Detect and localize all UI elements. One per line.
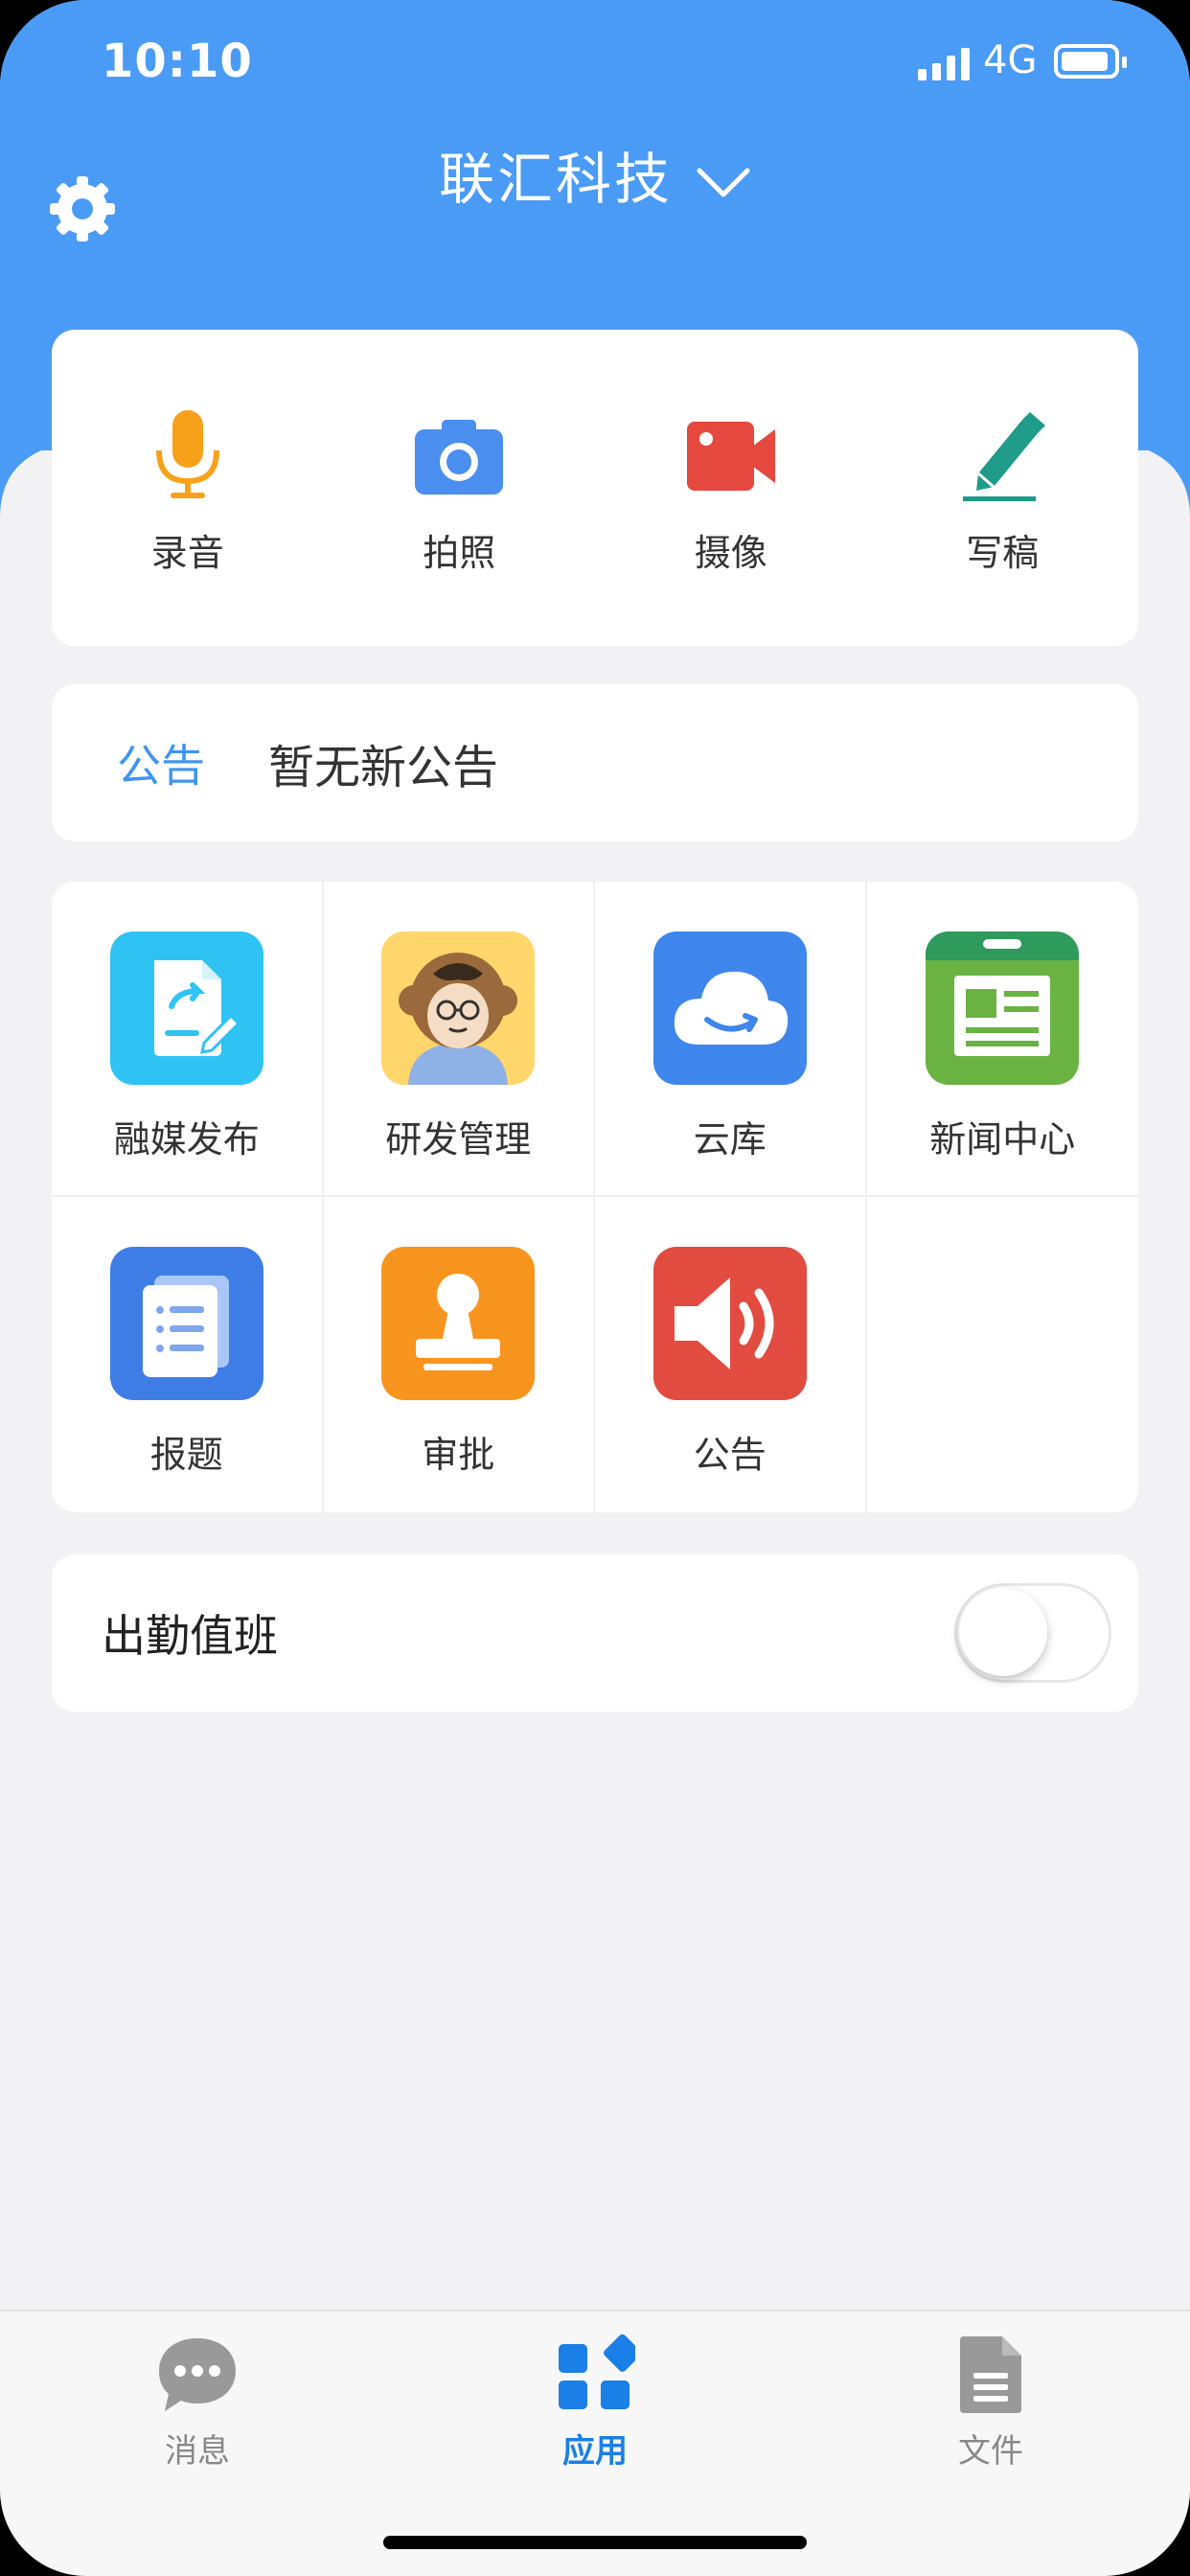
network-type: 4G <box>983 38 1038 82</box>
document-icon <box>960 2336 1021 2413</box>
app-announcement[interactable]: 公告 <box>595 1197 867 1512</box>
quick-actions-card: 录音 拍照 摄像 写稿 <box>52 330 1138 646</box>
notice-text: 暂无新公告 <box>268 741 499 794</box>
quick-action-label: 录音 <box>150 532 224 574</box>
duty-row: 出勤值班 <box>52 1554 1138 1712</box>
duty-label: 出勤值班 <box>102 1610 278 1662</box>
organization-name: 联汇科技 <box>438 147 673 212</box>
signal-icon <box>918 42 970 80</box>
write-draft-button[interactable]: 写稿 <box>867 330 1139 646</box>
notice-bar[interactable]: 公告 暂无新公告 <box>52 684 1138 841</box>
chevron-down-icon <box>697 168 750 197</box>
chat-bubble-icon <box>159 2338 236 2411</box>
app-report-topic[interactable]: 报题 <box>52 1197 324 1512</box>
apps-grid: 融媒发布 研发管理 云库 新闻中心 报题 审批 公告 <box>52 882 1138 1512</box>
app-label: 研发管理 <box>385 1118 532 1161</box>
tab-label: 应用 <box>562 2432 628 2471</box>
newspaper-icon <box>926 932 1080 1085</box>
app-media-publish[interactable]: 融媒发布 <box>52 882 324 1197</box>
app-rd-management[interactable]: 研发管理 <box>323 882 595 1197</box>
cloud-icon <box>652 932 807 1085</box>
record-video-button[interactable]: 摄像 <box>595 330 867 646</box>
organization-switcher[interactable]: 联汇科技 <box>0 134 1190 215</box>
video-camera-icon <box>683 408 779 504</box>
tab-apps[interactable]: 应用 <box>499 2334 691 2472</box>
app-empty-slot <box>867 1197 1139 1512</box>
app-label: 报题 <box>149 1434 223 1476</box>
apps-grid-icon <box>559 2334 635 2409</box>
quick-action-label: 拍照 <box>423 532 496 574</box>
tab-label: 文件 <box>958 2432 1023 2471</box>
battery-icon <box>1054 44 1127 79</box>
app-news-center[interactable]: 新闻中心 <box>866 882 1138 1197</box>
duty-toggle[interactable] <box>954 1583 1111 1683</box>
camera-icon <box>411 408 507 504</box>
app-label: 新闻中心 <box>929 1118 1076 1161</box>
speaker-icon <box>652 1247 807 1400</box>
tab-messages[interactable]: 消息 <box>102 2334 293 2472</box>
tab-files[interactable]: 文件 <box>895 2334 1087 2472</box>
home-indicator <box>383 2536 807 2549</box>
app-label: 审批 <box>422 1434 495 1476</box>
status-time: 10:10 <box>102 34 253 88</box>
app-screen: 10:10 4G 联汇科技 录音 拍照 摄像 写稿 公告 暂无新公告 融媒发布 … <box>0 0 1190 2576</box>
tab-label: 消息 <box>165 2432 230 2471</box>
app-approval[interactable]: 审批 <box>324 1197 595 1512</box>
publish-document-icon <box>109 932 263 1085</box>
monkey-avatar-icon <box>381 932 536 1085</box>
quick-action-label: 写稿 <box>966 532 1040 574</box>
quick-action-label: 摄像 <box>694 532 767 574</box>
app-cloud-library[interactable]: 云库 <box>595 882 867 1197</box>
app-label: 公告 <box>693 1434 767 1476</box>
pencil-icon <box>954 408 1050 504</box>
app-label: 融媒发布 <box>113 1118 260 1161</box>
report-list-icon <box>109 1247 263 1400</box>
toggle-knob <box>959 1588 1047 1676</box>
stamp-icon <box>381 1247 536 1400</box>
notice-tag: 公告 <box>117 740 205 792</box>
record-audio-button[interactable]: 录音 <box>52 330 324 646</box>
take-photo-button[interactable]: 拍照 <box>324 330 596 646</box>
app-label: 云库 <box>693 1118 767 1161</box>
microphone-icon <box>140 408 236 504</box>
status-bar: 10:10 4G <box>0 0 1190 134</box>
